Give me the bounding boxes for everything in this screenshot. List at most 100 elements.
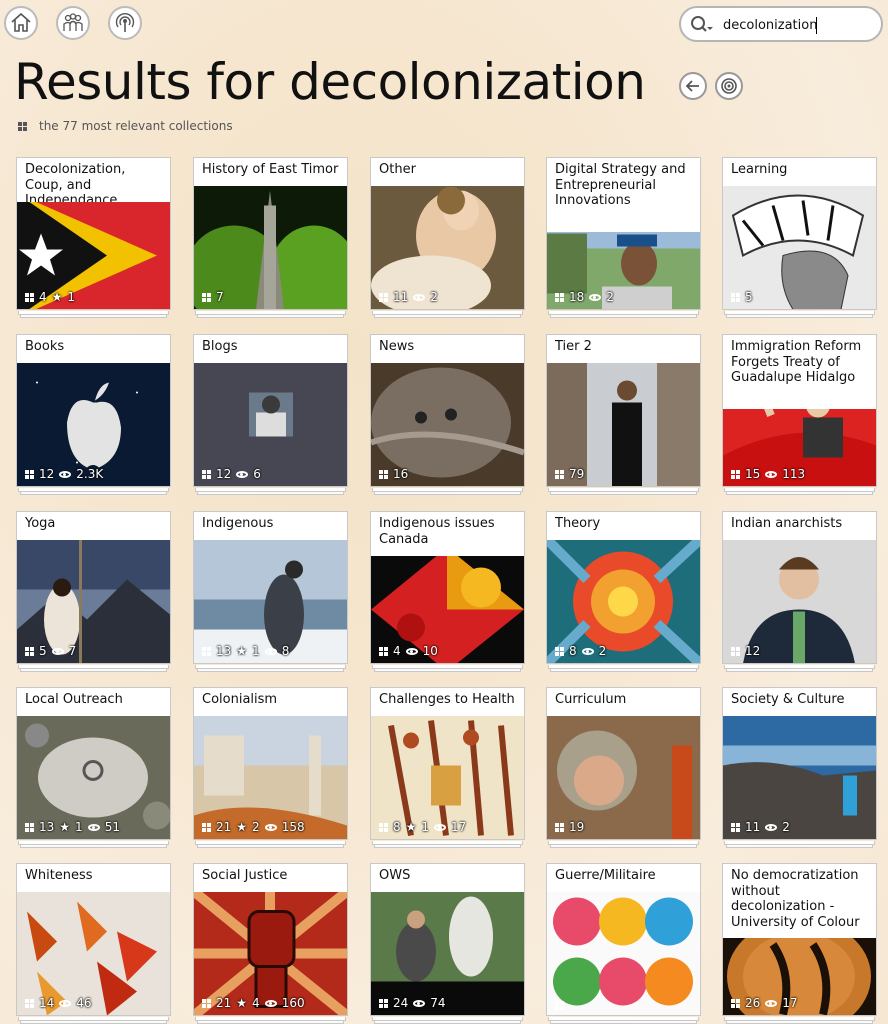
collection-card-body[interactable]: Books 12 2.3K [16,334,171,487]
collection-card[interactable]: Digital Strategy and Entrepreneurial Inn… [546,157,701,318]
collection-title[interactable]: Whiteness [17,864,170,892]
collection-card[interactable]: No democratization without decolonizatio… [722,863,877,1024]
collection-thumbnail[interactable]: 14 46 [17,892,170,1015]
collection-card-body[interactable]: Social Justice 21 ★ 4 160 [193,863,348,1016]
collection-thumbnail[interactable]: 82 [547,540,700,663]
collection-thumbnail[interactable]: 21 ★ 2 158 [194,716,347,839]
collection-card[interactable]: Colonialism 21 ★ 2 158 [193,687,348,848]
collection-thumbnail[interactable]: 15 113 [723,409,876,486]
collection-card-body[interactable]: Colonialism 21 ★ 2 158 [193,687,348,840]
collection-title[interactable]: Challenges to Health [371,688,524,716]
collection-title[interactable]: No democratization without decolonizatio… [723,864,876,938]
collection-card[interactable]: Yoga 5 7 [16,511,171,672]
collection-title[interactable]: Blogs [194,335,347,363]
collection-title[interactable]: Indigenous [194,512,347,540]
collection-title[interactable]: Learning [723,158,876,186]
collection-card-body[interactable]: Decolonization, Coup, and Independance 4 ★… [16,157,171,310]
collection-card-body[interactable]: News 16 [370,334,525,487]
collection-card[interactable]: Tier 2 79 [546,334,701,495]
collection-title[interactable]: Guerre/Militaire [547,864,700,892]
collection-card[interactable]: OWS 24 74 [370,863,525,1024]
search-input[interactable] [723,15,873,35]
collection-card[interactable]: Society & Culture 11 2 [722,687,877,848]
search-box[interactable] [679,6,883,42]
collection-thumbnail[interactable]: 12 6 [194,363,347,486]
target-button[interactable] [715,72,743,100]
collection-thumbnail[interactable]: 8 ★ 1 17 [371,716,524,839]
collection-thumbnail[interactable]: 79 [547,363,700,486]
back-button[interactable] [679,72,707,100]
collection-thumbnail[interactable]: 4 10 [371,556,524,663]
collection-title[interactable]: Society & Culture [723,688,876,716]
collection-card-body[interactable]: History of East Timor 7 [193,157,348,310]
collection-thumbnail[interactable]: 21 ★ 4 160 [194,892,347,1015]
collection-thumbnail[interactable] [547,892,700,1015]
collection-thumbnail[interactable]: 19 [547,716,700,839]
collection-card-body[interactable]: Immigration Reform Forgets Treaty of Gua… [722,334,877,487]
collection-title[interactable]: News [371,335,524,363]
collection-title[interactable]: OWS [371,864,524,892]
collection-thumbnail[interactable]: 12 [723,540,876,663]
collection-card-body[interactable]: Blogs 12 6 [193,334,348,487]
collection-title[interactable]: Social Justice [194,864,347,892]
collection-card[interactable]: Whiteness 14 46 [16,863,171,1024]
collection-title[interactable]: Indian anarchists [723,512,876,540]
collection-title[interactable]: Theory [547,512,700,540]
collection-card-body[interactable]: Theory 8 2 [546,511,701,664]
collection-card-body[interactable]: Tier 2 79 [546,334,701,487]
collection-card-body[interactable]: Whiteness 14 46 [16,863,171,1016]
collection-title[interactable]: Other [371,158,524,186]
collection-card[interactable]: Learning 5 [722,157,877,318]
collection-card[interactable]: Books 12 2.3K [16,334,171,495]
collection-card[interactable]: Indigenous 13 ★ 1 8 [193,511,348,672]
collection-card[interactable]: Local Outreach 13 ★ 1 51 [16,687,171,848]
collection-title[interactable]: Indigenous issues Canada [371,512,524,556]
collection-card-body[interactable]: Challenges to Health 8 ★ 1 17 [370,687,525,840]
collection-card[interactable]: History of East Timor 7 [193,157,348,318]
collection-thumbnail[interactable]: 4 ★ 1 [17,202,170,309]
collection-thumbnail[interactable]: 18 2 [547,232,700,309]
collection-card-body[interactable]: Local Outreach 13 ★ 1 51 [16,687,171,840]
collection-thumbnail[interactable]: 11 2 [723,716,876,839]
collection-card[interactable]: Indian anarchists 12 [722,511,877,672]
collection-card[interactable]: Curriculum 19 [546,687,701,848]
collection-thumbnail[interactable]: 5 [723,186,876,309]
collection-thumbnail[interactable]: 12 2.3K [17,363,170,486]
search-icon[interactable] [689,15,713,35]
collection-card-body[interactable]: No democratization without decolonizatio… [722,863,877,1016]
collection-card[interactable]: Theory 8 2 [546,511,701,672]
collection-card[interactable]: Immigration Reform Forgets Treaty of Gua… [722,334,877,495]
collection-card-body[interactable]: Indian anarchists 12 [722,511,877,664]
collection-card[interactable]: Guerre/Militaire [546,863,701,1024]
collection-thumbnail[interactable]: 13 ★ 1 51 [17,716,170,839]
collection-card[interactable]: Social Justice 21 ★ 4 160 [193,863,348,1024]
collection-card-body[interactable]: Learning 5 [722,157,877,310]
collection-title[interactable]: Yoga [17,512,170,540]
collection-card[interactable]: Other 11 2 [370,157,525,318]
collection-thumbnail[interactable]: 7 [194,186,347,309]
collection-card[interactable]: Decolonization, Coup, and Independance 4 ★… [16,157,171,318]
collection-thumbnail[interactable]: 16 [371,363,524,486]
home-button[interactable] [4,6,38,40]
collection-title[interactable]: History of East Timor [194,158,347,186]
collection-card-body[interactable]: Curriculum 19 [546,687,701,840]
collection-card-body[interactable]: Indigenous 13 ★ 1 8 [193,511,348,664]
collection-card-body[interactable]: Indigenous issues Canada 4 10 [370,511,525,664]
collection-card-body[interactable]: Yoga 5 7 [16,511,171,664]
collection-card[interactable]: News 16 [370,334,525,495]
collection-thumbnail[interactable]: 13 ★ 1 8 [194,540,347,663]
collection-title[interactable]: Digital Strategy and Entrepreneurial Inn… [547,158,700,232]
collection-card-body[interactable]: Digital Strategy and Entrepreneurial Inn… [546,157,701,310]
collection-title[interactable]: Decolonization, Coup, and Independance [17,158,170,208]
collection-title[interactable]: Local Outreach [17,688,170,716]
collection-card-body[interactable]: OWS 24 74 [370,863,525,1016]
people-button[interactable] [56,6,90,40]
collection-title[interactable]: Immigration Reform Forgets Treaty of Gua… [723,335,876,409]
collection-card-body[interactable]: Other 11 2 [370,157,525,310]
collection-title[interactable]: Colonialism [194,688,347,716]
collection-thumbnail[interactable]: 11 2 [371,186,524,309]
collection-card-body[interactable]: Society & Culture 11 2 [722,687,877,840]
collection-title[interactable]: Curriculum [547,688,700,716]
collection-title[interactable]: Books [17,335,170,363]
collection-thumbnail[interactable]: 26 17 [723,938,876,1015]
